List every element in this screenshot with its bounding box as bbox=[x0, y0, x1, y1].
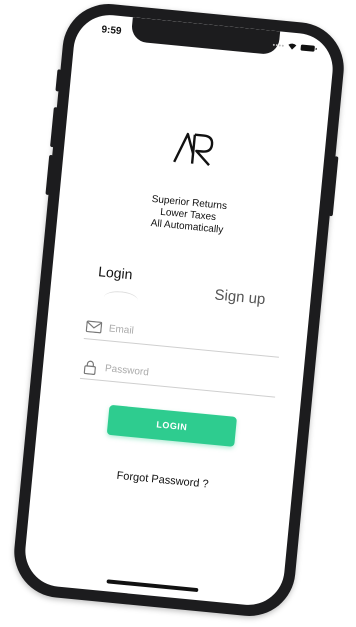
ar-logo-icon bbox=[173, 132, 214, 167]
phone-frame: 9:59 Superior Returns Lower Taxes All Au… bbox=[10, 0, 348, 621]
forgot-password-link[interactable]: Forgot Password ? bbox=[33, 462, 293, 499]
password-field[interactable] bbox=[79, 353, 278, 398]
silent-switch bbox=[55, 69, 62, 92]
login-button[interactable]: LOGIN bbox=[106, 404, 238, 447]
tab-login[interactable]: Login bbox=[98, 263, 134, 282]
status-time: 9:59 bbox=[100, 24, 122, 38]
email-field[interactable] bbox=[83, 314, 282, 358]
notch bbox=[130, 17, 281, 56]
phone-screen: 9:59 Superior Returns Lower Taxes All Au… bbox=[22, 11, 336, 609]
password-input[interactable] bbox=[104, 362, 265, 389]
envelope-icon bbox=[84, 318, 103, 336]
wifi-icon bbox=[288, 43, 297, 50]
home-indicator[interactable] bbox=[106, 579, 199, 593]
tab-active-indicator bbox=[103, 289, 139, 308]
signal-dots-icon bbox=[272, 43, 284, 47]
power-button bbox=[328, 156, 339, 217]
tab-signup[interactable]: Sign up bbox=[214, 286, 266, 308]
volume-up-button bbox=[50, 107, 58, 148]
brand-logo bbox=[63, 119, 326, 183]
tagline: Superior Returns Lower Taxes All Automat… bbox=[57, 185, 319, 246]
stage: 9:59 Superior Returns Lower Taxes All Au… bbox=[0, 0, 356, 627]
volume-down-button bbox=[45, 154, 54, 196]
lock-icon bbox=[80, 358, 99, 376]
battery-icon bbox=[300, 43, 315, 52]
email-input[interactable] bbox=[108, 322, 269, 350]
status-icons bbox=[272, 41, 315, 52]
